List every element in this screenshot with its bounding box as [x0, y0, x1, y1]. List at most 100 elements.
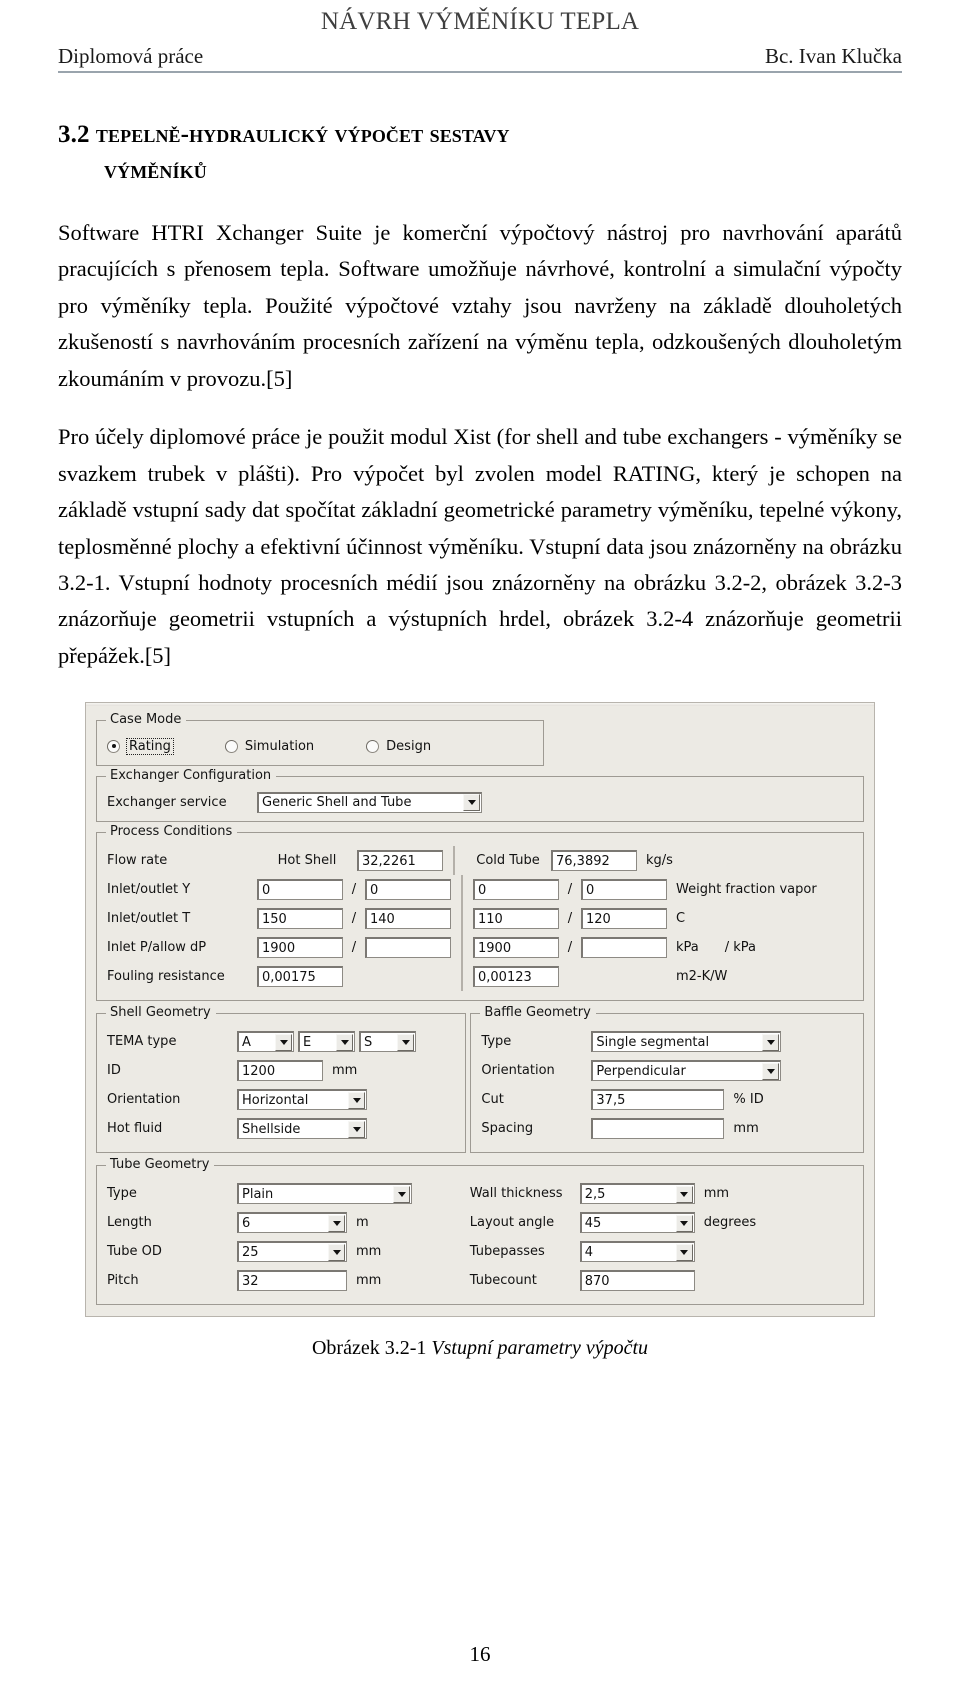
fouling-resistance-cold-input[interactable]: 0,00123 — [473, 966, 559, 988]
radio-label-rating: Rating — [126, 737, 174, 755]
tema-type-shell-value: E — [303, 1034, 312, 1050]
shell-orientation-value: Horizontal — [242, 1092, 309, 1108]
inlet-outlet-t-label: Inlet/outlet T — [107, 911, 191, 927]
baffle-type-select[interactable]: Single segmental — [591, 1031, 782, 1053]
radio-label-design: Design — [386, 738, 432, 754]
inlet-outlet-t-cold-in-input[interactable]: 110 — [473, 908, 559, 930]
baffle-geometry-group: Baffle Geometry Type Single segmental Or… — [470, 1005, 864, 1154]
tube-od-unit: mm — [356, 1244, 382, 1260]
chevron-down-icon[interactable] — [675, 1214, 693, 1232]
baffle-geometry-column: Baffle Geometry Type Single segmental Or… — [468, 1003, 866, 1155]
shell-id-label: ID — [107, 1063, 121, 1079]
chevron-down-icon[interactable] — [336, 1033, 353, 1051]
baffle-geometry-title: Baffle Geometry — [480, 1005, 596, 1021]
inlet-outlet-y-cold-out-input[interactable]: 0 — [581, 879, 667, 901]
row-baffle-type: Type Single segmental — [481, 1027, 855, 1056]
layout-angle-select[interactable]: 45 — [579, 1212, 695, 1234]
column-divider — [461, 875, 463, 905]
chevron-down-icon[interactable] — [675, 1243, 693, 1261]
chevron-down-icon[interactable] — [328, 1214, 345, 1232]
allow-dp-hot-input[interactable] — [365, 937, 451, 959]
figure-caption-number: 3.2-1 — [384, 1337, 427, 1360]
wall-thickness-unit: mm — [703, 1186, 730, 1202]
baffle-orientation-select[interactable]: Perpendicular — [591, 1060, 782, 1082]
tubepasses-select[interactable]: 4 — [579, 1241, 695, 1263]
flow-rate-hot-input[interactable]: 32,2261 — [357, 850, 443, 872]
figure-caption: Obrázek 3.2-1 Vstupní parametry výpočtu — [58, 1337, 902, 1360]
inlet-outlet-t-hot-in-input[interactable]: 150 — [257, 908, 343, 930]
case-mode-group: Case Mode Rating Simulation Design — [96, 712, 544, 767]
shell-geometry-title: Shell Geometry — [106, 1005, 216, 1021]
tube-geometry-columns: Type Plain Length 6 m Tube OD 25 mm Pitc… — [107, 1179, 855, 1295]
slash-separator: / — [567, 940, 573, 956]
radio-simulation[interactable]: Simulation — [224, 739, 314, 754]
radio-rating[interactable]: Rating — [107, 737, 174, 755]
layout-angle-value: 45 — [584, 1215, 602, 1231]
chevron-down-icon[interactable] — [762, 1033, 780, 1051]
inlet-outlet-y-hot-in-input[interactable]: 0 — [257, 879, 343, 901]
allow-dp-cold-input[interactable] — [581, 937, 667, 959]
exchanger-configuration-title: Exchanger Configuration — [106, 768, 277, 784]
tube-type-select[interactable]: Plain — [237, 1183, 412, 1205]
tubepasses-label: Tubepasses — [469, 1244, 545, 1260]
row-tube-type: Type Plain — [107, 1179, 470, 1208]
inlet-p-cold-input[interactable]: 1900 — [473, 937, 559, 959]
exchanger-service-select[interactable]: Generic Shell and Tube — [257, 791, 482, 813]
radio-dot-rating-icon — [107, 739, 120, 753]
shell-orientation-select[interactable]: Horizontal — [237, 1089, 367, 1111]
chevron-down-icon[interactable] — [463, 794, 480, 812]
tema-type-label: TEMA type — [107, 1034, 177, 1050]
radio-design[interactable]: Design — [366, 739, 431, 754]
hot-fluid-select[interactable]: Shellside — [237, 1118, 367, 1140]
inlet-outlet-t-cold-out-input[interactable]: 120 — [581, 908, 667, 930]
header-divider — [58, 71, 902, 73]
tube-od-value: 25 — [242, 1244, 259, 1260]
chevron-down-icon[interactable] — [348, 1091, 365, 1109]
exchanger-service-label: Exchanger service — [107, 794, 227, 810]
row-baffle-orientation: Orientation Perpendicular — [481, 1056, 855, 1085]
baffle-spacing-input[interactable] — [591, 1118, 725, 1140]
row-inlet-p-allow-dp: Inlet P/allow dP 1900 / 1900 / kPa / kPa — [107, 933, 855, 963]
allow-dp-unit: / kPa — [724, 940, 757, 956]
chevron-down-icon[interactable] — [675, 1185, 693, 1203]
wall-thickness-label: Wall thickness — [469, 1186, 563, 1202]
flow-rate-unit: kg/s — [646, 853, 673, 869]
wall-thickness-value: 2,5 — [584, 1186, 606, 1202]
flow-rate-cold-input[interactable]: 76,3892 — [551, 850, 637, 872]
exchanger-service-value: Generic Shell and Tube — [262, 795, 412, 811]
slash-separator: / — [351, 911, 357, 927]
shell-orientation-label: Orientation — [107, 1092, 181, 1108]
paragraph-2: Pro účely diplomové práce je použit modu… — [58, 424, 902, 668]
tema-type-rear-select[interactable]: S — [359, 1031, 416, 1053]
tube-length-label: Length — [107, 1215, 152, 1231]
row-tube-od: Tube OD 25 mm — [107, 1237, 470, 1266]
tubepasses-value: 4 — [584, 1244, 594, 1260]
tubecount-input[interactable]: 870 — [579, 1270, 695, 1292]
inlet-outlet-y-unit: Weight fraction vapor — [676, 882, 817, 898]
fouling-resistance-hot-input[interactable]: 0,00175 — [257, 966, 343, 988]
tube-pitch-unit: mm — [356, 1273, 382, 1289]
baffle-cut-input[interactable]: 37,5 — [591, 1089, 725, 1111]
chevron-down-icon[interactable] — [348, 1120, 365, 1138]
row-hot-fluid: Hot fluid Shellside — [107, 1114, 457, 1143]
chevron-down-icon[interactable] — [328, 1243, 345, 1261]
chevron-down-icon[interactable] — [397, 1033, 414, 1051]
tube-length-select[interactable]: 6 — [237, 1212, 347, 1234]
tema-type-shell-select[interactable]: E — [298, 1031, 355, 1053]
inlet-outlet-t-hot-out-input[interactable]: 140 — [365, 908, 451, 930]
tube-pitch-input[interactable]: 32 — [237, 1270, 347, 1292]
shell-id-input[interactable]: 1200 — [237, 1060, 323, 1082]
inlet-outlet-y-cold-in-input[interactable]: 0 — [473, 879, 559, 901]
radio-dot-simulation-icon — [224, 739, 238, 753]
chevron-down-icon[interactable] — [762, 1062, 780, 1080]
chevron-down-icon[interactable] — [275, 1033, 292, 1051]
inlet-outlet-y-hot-out-input[interactable]: 0 — [365, 879, 451, 901]
header-left-text: Diplomová práce — [58, 44, 204, 68]
wall-thickness-select[interactable]: 2,5 — [579, 1183, 695, 1205]
geometry-columns: Shell Geometry TEMA type A E S ID 1200 m… — [94, 1003, 866, 1155]
tube-od-select[interactable]: 25 — [237, 1241, 347, 1263]
tema-type-front-select[interactable]: A — [237, 1031, 294, 1053]
baffle-type-label: Type — [481, 1034, 512, 1050]
inlet-p-hot-input[interactable]: 1900 — [257, 937, 343, 959]
chevron-down-icon[interactable] — [393, 1185, 410, 1203]
